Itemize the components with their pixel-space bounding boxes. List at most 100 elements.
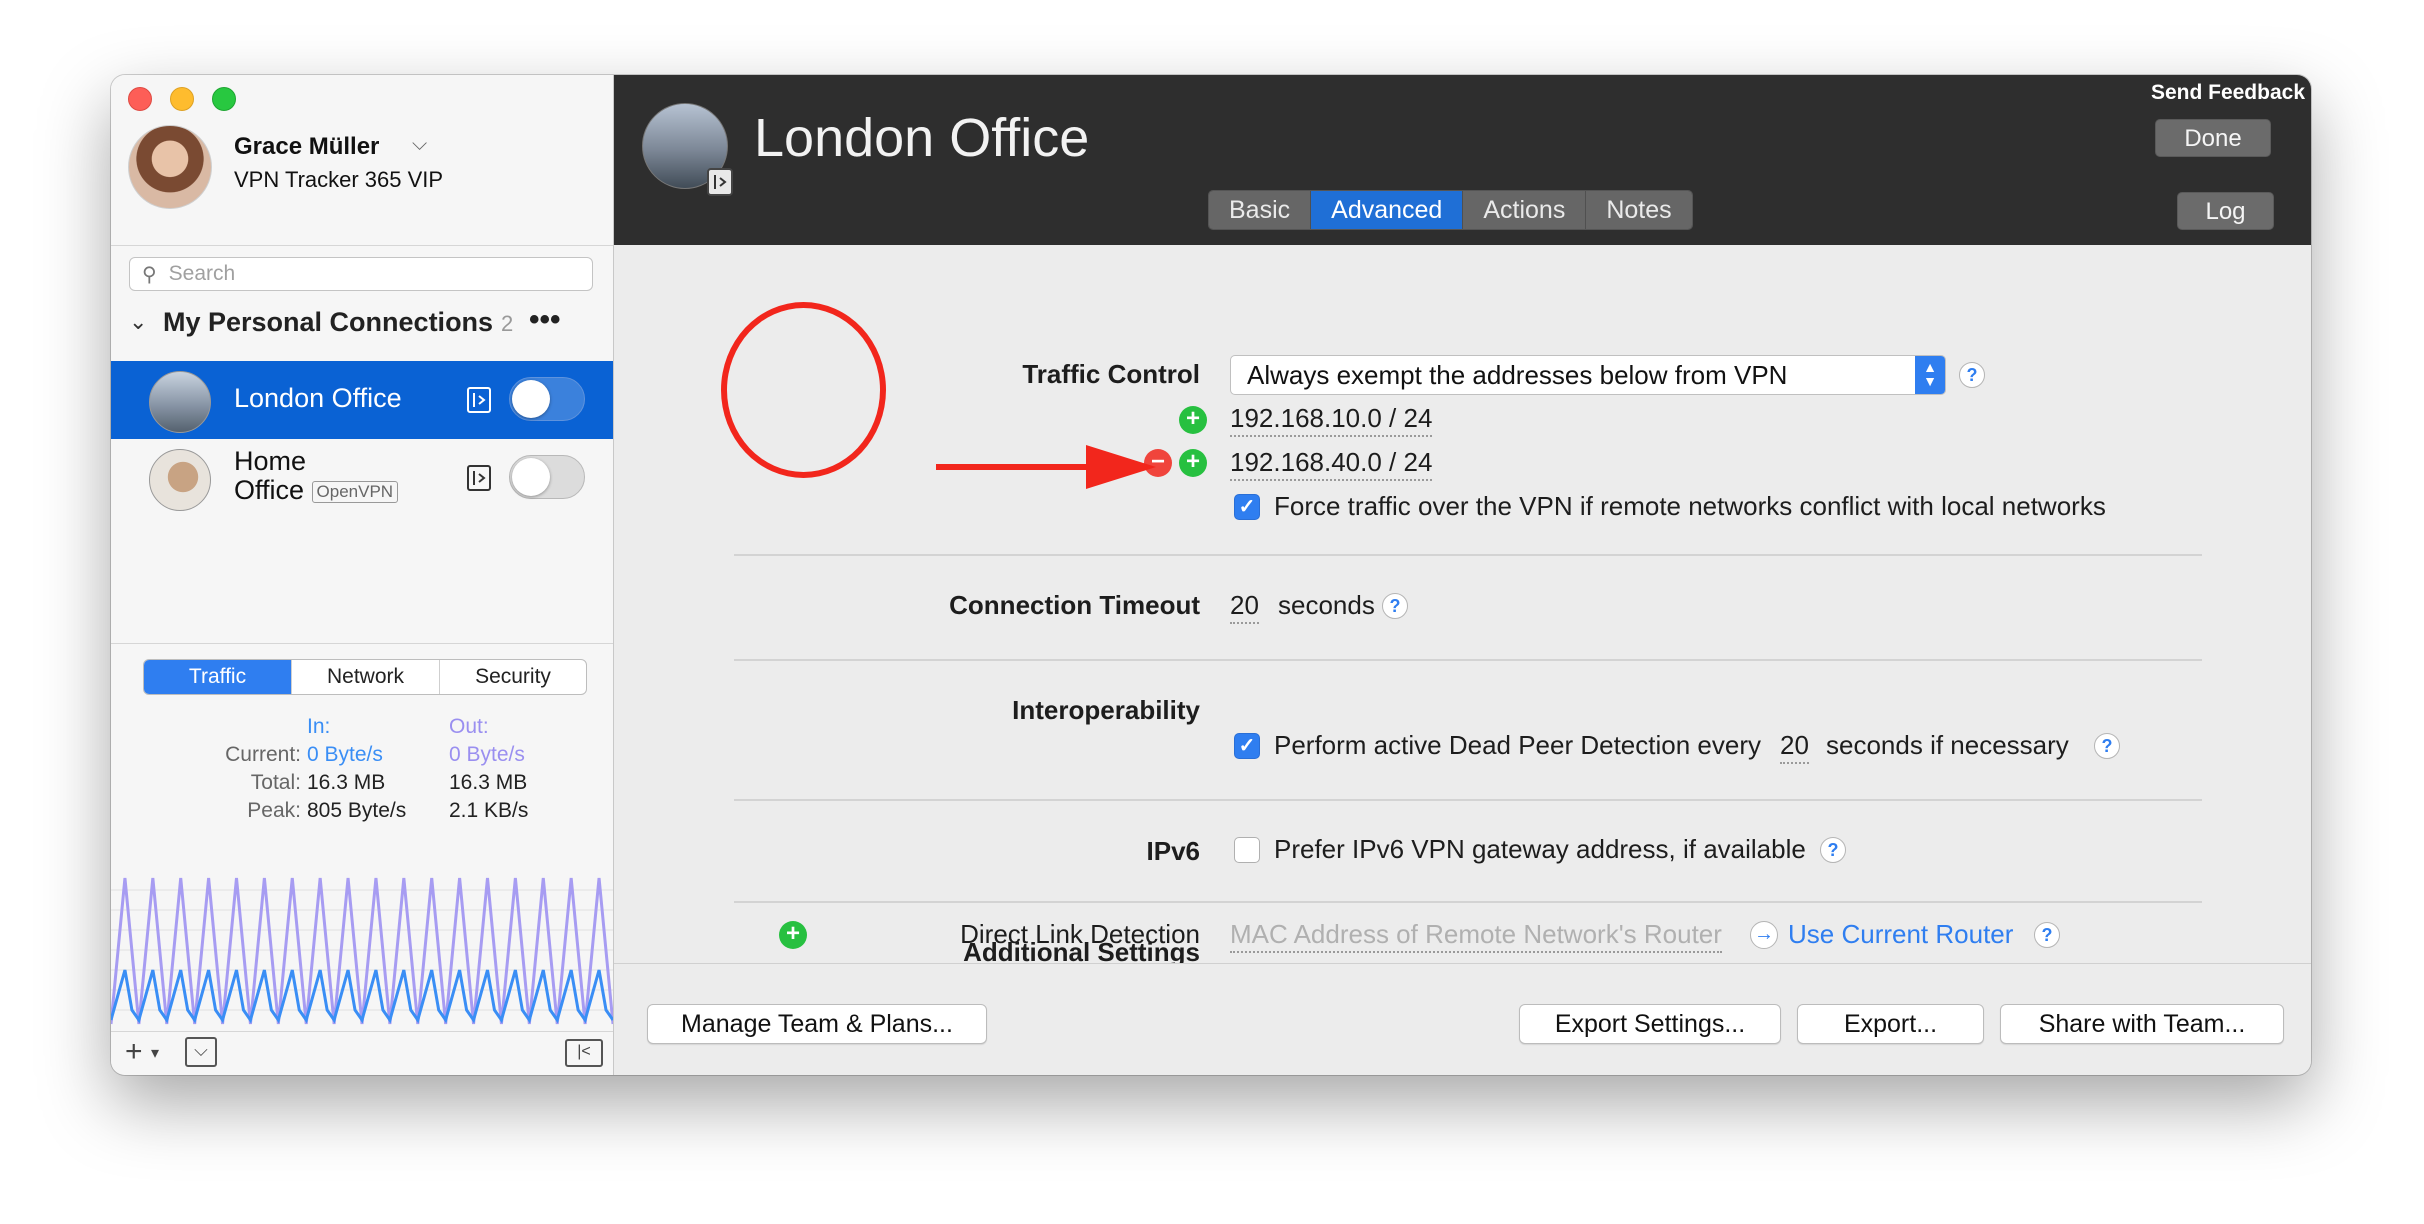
section-divider [734,901,2202,903]
use-current-router-link[interactable]: Use Current Router [1788,919,2013,950]
traffic-stats: In: Out: Current: 0 Byte/s 0 Byte/s Tota… [111,715,613,835]
current-label: Current: [225,743,301,766]
connection-toggle[interactable] [509,377,585,421]
peak-label: Peak: [247,799,301,822]
peak-out: 2.1 KB/s [449,799,529,822]
current-out: 0 Byte/s [449,743,525,766]
sidebar-divider [111,1031,613,1032]
connection-row-london-office[interactable]: London Office [111,361,613,439]
section-divider [734,659,2202,661]
connection-thumbnail [149,449,211,511]
footer-bar: Manage Team & Plans... Export Settings..… [614,963,2311,1075]
traffic-control-help-icon[interactable]: ? [1959,362,1985,388]
stats-tabs: Traffic Network Security [143,659,587,695]
direct-link-label: Direct Link Detection [960,919,1200,949]
share-with-team-button[interactable]: Share with Team... [2000,1004,2284,1044]
vpn-config-icon [467,465,491,491]
collapse-sidebar-icon[interactable]: |< [565,1039,603,1067]
tab-notes[interactable]: Notes [1586,191,1692,229]
add-menu-chevron-icon[interactable]: ▾ [151,1043,159,1063]
sidebar-divider [111,643,613,644]
zoom-window-button[interactable] [212,87,236,111]
user-profile[interactable]: Grace Müller ⌵ VPN Tracker 365 VIP [128,125,608,245]
address-entry[interactable]: 192.168.10.0 / 24 [1230,403,1433,437]
filter-icon[interactable]: ⌵ [185,1037,217,1067]
dpd-interval-field[interactable]: 20 [1780,730,1809,764]
sidebar-divider [111,245,613,246]
chevron-down-icon[interactable]: ⌵ [412,133,427,156]
log-button[interactable]: Log [2177,192,2274,230]
popup-arrows-icon: ▲ ▼ [1915,356,1945,394]
force-traffic-checkbox[interactable]: ✓ [1234,494,1260,520]
direct-link-row: + Direct Link Detection MAC Address of R… [614,915,2311,961]
search-input[interactable] [166,261,571,287]
connection-name: Home Office OpenVPN [234,446,399,505]
group-count: 2 [501,311,514,336]
manage-team-button[interactable]: Manage Team & Plans... [647,1004,987,1044]
mac-address-field[interactable]: MAC Address of Remote Network's Router [1230,919,1722,953]
add-address-icon[interactable]: + [1179,449,1207,477]
connection-row-home-office[interactable]: Home Office OpenVPN [111,439,613,517]
dpd-help-icon[interactable]: ? [2094,733,2120,759]
vpn-config-icon [707,168,733,196]
close-window-button[interactable] [128,87,152,111]
search-icon: ⚲ [142,263,157,286]
total-label: Total: [250,771,301,794]
dpd-prefix: Perform active Dead Peer Detection every [1274,730,1761,760]
ipv6-checkbox[interactable] [1234,837,1260,863]
connection-thumbnail [149,371,211,433]
annotation-circle [721,302,886,478]
send-feedback-link[interactable]: Send Feedback [2151,81,2305,105]
tab-actions[interactable]: Actions [1463,191,1587,229]
traffic-control-value: Always exempt the addresses below from V… [1247,360,1788,390]
connection-name-line2: Office [234,475,305,505]
sidebar-bottom-bar: + ▾ ⌵ |< [111,1033,613,1075]
address-entry[interactable]: 192.168.40.0 / 24 [1230,447,1433,481]
sidebar: Grace Müller ⌵ VPN Tracker 365 VIP ⚲ ⌄ M… [111,75,614,1075]
traffic-graph [111,877,613,1025]
disclosure-chevron-icon[interactable]: ⌄ [129,309,147,335]
connection-group-header[interactable]: ⌄ My Personal Connections 2 ••• [129,303,599,345]
connection-toggle[interactable] [509,455,585,499]
total-out: 16.3 MB [449,771,528,794]
peak-in: 805 Byte/s [307,799,407,822]
tab-basic[interactable]: Basic [1209,191,1312,229]
tab-advanced[interactable]: Advanced [1311,191,1464,229]
dpd-suffix: seconds if necessary [1826,730,2069,760]
user-name: Grace Müller [234,133,380,160]
minimize-window-button[interactable] [170,87,194,111]
add-connection-icon[interactable]: + [125,1035,143,1069]
ipv6-label: IPv6 [1146,836,1201,866]
ipv6-help-icon[interactable]: ? [1820,837,1846,863]
dpd-checkbox[interactable]: ✓ [1234,733,1260,759]
traffic-control-select[interactable]: Always exempt the addresses below from V… [1230,355,1946,395]
settings-tabs: Basic Advanced Actions Notes [1208,190,1693,230]
ipv6-option-label: Prefer IPv6 VPN gateway address, if avai… [1274,834,1806,864]
current-in: 0 Byte/s [307,743,383,766]
timeout-unit: seconds [1278,590,1375,620]
arrow-right-icon[interactable]: → [1750,921,1778,949]
tab-network[interactable]: Network [292,660,440,694]
section-divider [734,554,2202,556]
export-settings-button[interactable]: Export Settings... [1519,1004,1781,1044]
connection-name-line1: Home [234,446,307,476]
section-divider [734,799,2202,801]
total-in: 16.3 MB [307,771,386,794]
group-title: My Personal Connections [163,307,494,337]
search-field[interactable]: ⚲ [129,257,593,291]
done-button[interactable]: Done [2155,119,2271,157]
timeout-help-icon[interactable]: ? [1382,593,1408,619]
more-options-icon[interactable]: ••• [529,303,561,337]
add-address-icon[interactable]: + [1179,406,1207,434]
protocol-badge: OpenVPN [311,480,399,503]
connection-timeout-label: Connection Timeout [949,590,1200,620]
direct-link-help-icon[interactable]: ? [2034,922,2060,948]
app-window: Grace Müller ⌵ VPN Tracker 365 VIP ⚲ ⌄ M… [111,75,2311,1075]
interoperability-label: Interoperability [1012,695,1200,725]
tab-traffic[interactable]: Traffic [144,660,292,694]
annotation-arrow-icon [936,445,1156,489]
timeout-value-field[interactable]: 20 [1230,590,1259,624]
user-avatar [128,125,212,209]
tab-security[interactable]: Security [440,660,586,694]
export-button[interactable]: Export... [1797,1004,1984,1044]
